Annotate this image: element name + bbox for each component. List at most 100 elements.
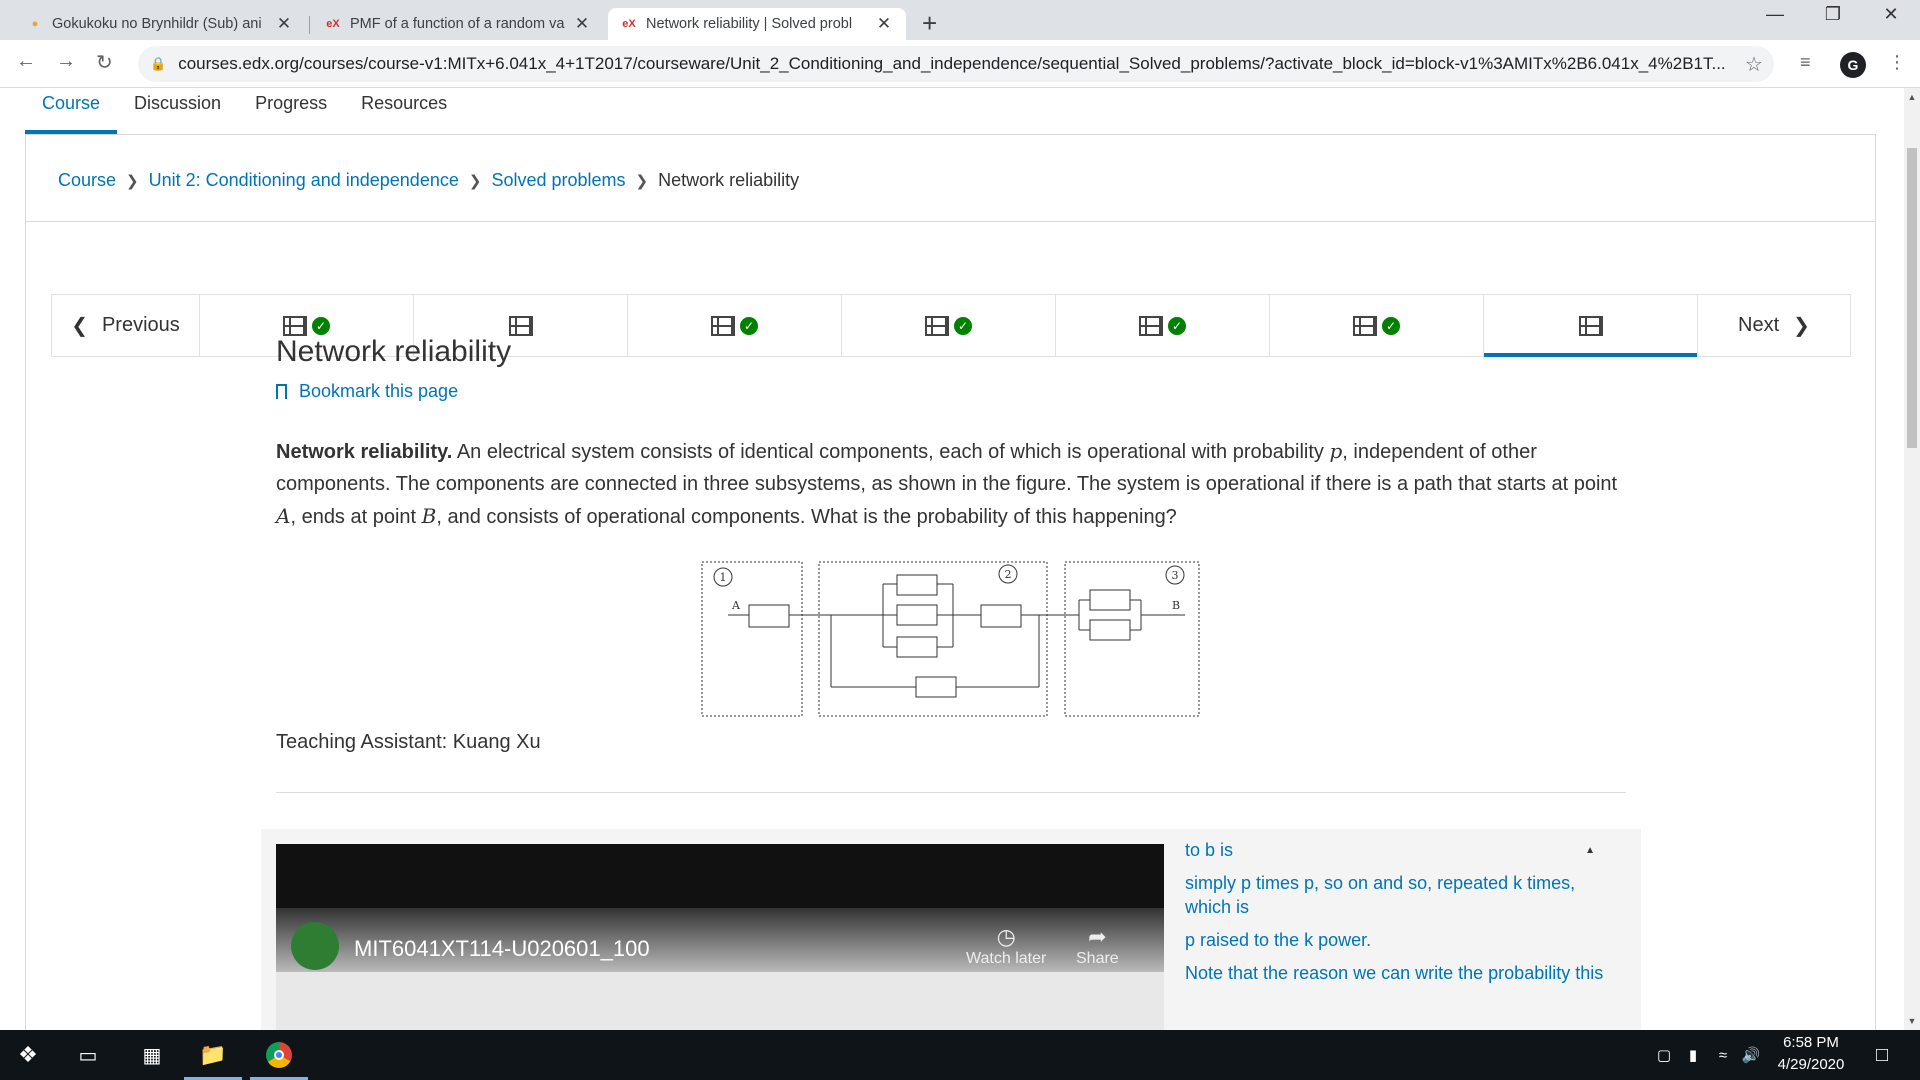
media-control-icon[interactable]: ≡ (1800, 52, 1811, 73)
back-button[interactable]: ← (16, 50, 36, 73)
problem-text-4: , and consists of operational components… (436, 506, 1177, 528)
label-2: 2 (1005, 568, 1012, 581)
volume-icon[interactable]: 🔊 (1738, 1030, 1764, 1080)
bookmark-icon (276, 384, 287, 399)
channel-avatar[interactable] (291, 922, 339, 970)
check-icon: ✓ (1168, 316, 1186, 335)
breadcrumb-current: Network reliability (658, 170, 800, 190)
taskbar-clock[interactable]: 6:58 PM 4/29/2020 (1776, 1032, 1846, 1076)
scroll-up-icon[interactable]: ▲ (1585, 839, 1595, 863)
tray-app-icon[interactable]: ▢ (1652, 1030, 1676, 1080)
address-bar[interactable]: 🔒 courses.edx.org/courses/course-v1:MITx… (138, 46, 1774, 82)
course-nav-discussion[interactable]: Discussion (117, 88, 238, 134)
bookmark-label: Bookmark this page (299, 381, 459, 401)
video-title[interactable]: MIT6041XT114-U020601_100 (354, 936, 650, 962)
menu-icon[interactable]: ⋮ (1888, 52, 1906, 73)
var-b: B (421, 504, 437, 528)
scroll-down-arrow[interactable]: ▼ (1904, 1016, 1920, 1026)
battery-icon[interactable]: ▮ (1680, 1030, 1706, 1080)
chevron-right-icon: ❯ (126, 172, 139, 190)
clock-icon: ◷ (996, 924, 1016, 949)
video-icon (1353, 315, 1377, 336)
browser-tab-3-active[interactable]: eX Network reliability | Solved probl ✕ (608, 8, 906, 40)
close-tab-icon[interactable]: ✕ (874, 14, 894, 34)
label-3: 3 (1172, 569, 1179, 582)
watch-later-button[interactable]: ◷ Watch later (966, 924, 1046, 968)
video-player[interactable]: MIT6041XT114-U020601_100 ◷ Watch later ➦… (276, 844, 1164, 1030)
video-icon (508, 315, 533, 336)
scrollbar-thumb[interactable] (1907, 148, 1917, 448)
close-tab-icon[interactable]: ✕ (572, 14, 592, 34)
breadcrumb-section[interactable]: Solved problems (491, 170, 625, 191)
restore-button[interactable]: ❐ (1810, 4, 1856, 25)
browser-tab-strip: ● Gokukoku no Brynhildr (Sub) ani ✕ eX P… (0, 0, 1920, 40)
minimize-button[interactable]: — (1752, 4, 1798, 25)
clock-time: 6:58 PM (1783, 1034, 1839, 1051)
gogoanime-icon: ● (31, 18, 39, 30)
course-nav-progress[interactable]: Progress (238, 88, 344, 134)
reload-button[interactable]: ↻ (96, 50, 113, 75)
browser-toolbar: ← → ↻ 🔒 courses.edx.org/courses/course-v… (0, 40, 1920, 88)
transcript-line[interactable]: simply p times p, so on and so, repeated… (1185, 871, 1605, 919)
var-a: A (276, 504, 291, 528)
task-view-icon[interactable]: ▭ (64, 1030, 112, 1080)
share-label: Share (1076, 950, 1119, 967)
profile-avatar[interactable]: G (1840, 52, 1866, 78)
course-nav-resources[interactable]: Resources (344, 88, 464, 134)
file-explorer-icon[interactable]: 📁 (184, 1030, 242, 1080)
previous-button[interactable]: ❮ Previous (52, 295, 200, 356)
video-icon (1139, 315, 1163, 336)
content-divider (276, 792, 1626, 793)
scroll-up-arrow[interactable]: ▲ (1904, 92, 1920, 102)
problem-text-1: An electrical system consists of identic… (452, 441, 1330, 463)
course-nav-course[interactable]: Course (25, 88, 118, 134)
component (915, 676, 957, 698)
component (896, 574, 938, 596)
point-b: B (1172, 599, 1180, 612)
wifi-icon[interactable]: ≈ (1710, 1030, 1736, 1080)
subsystem-1-box (701, 561, 803, 717)
next-label: Next (1738, 314, 1780, 336)
chrome-icon[interactable] (250, 1030, 308, 1080)
share-button[interactable]: ➦ Share (1076, 924, 1119, 968)
previous-label: Previous (101, 314, 180, 336)
photos-app-icon[interactable]: ▦ (128, 1030, 176, 1080)
chevron-right-icon: ❯ (1793, 315, 1810, 337)
subsystem-3-box (1064, 561, 1200, 717)
transcript-line[interactable]: to b is (1185, 838, 1605, 862)
lock-icon: 🔒 (150, 56, 167, 71)
tab-separator (309, 16, 310, 34)
video-icon (283, 315, 307, 336)
label-1: 1 (720, 571, 727, 584)
check-icon: ✓ (740, 316, 758, 335)
notifications-icon[interactable]: □ (1862, 1030, 1902, 1080)
chevron-right-icon: ❯ (635, 172, 649, 190)
breadcrumb-course[interactable]: Course (58, 170, 116, 191)
close-window-button[interactable]: ✕ (1868, 4, 1914, 25)
bookmark-star-icon[interactable]: ☆ (1734, 52, 1774, 77)
problem-bold: Network reliability. (276, 441, 453, 463)
forward-button[interactable]: → (56, 50, 76, 73)
transcript-panel[interactable]: ▲ to b is simply p times p, so on and so… (1185, 829, 1605, 1030)
point-a: A (731, 599, 741, 612)
new-tab-button[interactable]: + (922, 8, 937, 39)
windows-start-icon[interactable]: ❖ (0, 1030, 56, 1080)
page-scrollbar[interactable]: ▲ ▼ (1904, 88, 1920, 1030)
bookmark-button[interactable]: Bookmark this page (276, 381, 1626, 402)
next-button[interactable]: Next ❯ (1698, 295, 1850, 356)
video-icon (1578, 315, 1603, 336)
course-nav: Course Discussion Progress Resources (25, 88, 464, 134)
chevron-right-icon: ❯ (468, 172, 482, 190)
transcript-line[interactable]: Note that the reason we can write the pr… (1185, 961, 1605, 985)
var-p: p (1329, 439, 1343, 463)
close-tab-icon[interactable]: ✕ (274, 14, 294, 34)
transcript-line[interactable]: p raised to the k power. (1185, 928, 1605, 952)
edx-icon: eX (622, 18, 636, 30)
browser-tab-1[interactable]: ● Gokukoku no Brynhildr (Sub) ani ✕ (14, 8, 306, 40)
browser-tab-2[interactable]: eX PMF of a function of a random va ✕ (312, 8, 604, 40)
component (1089, 589, 1131, 611)
video-icon (711, 315, 735, 336)
check-icon: ✓ (954, 316, 972, 335)
teaching-assistant: Teaching Assistant: Kuang Xu (276, 731, 541, 753)
breadcrumb-unit[interactable]: Unit 2: Conditioning and independence (149, 170, 459, 191)
